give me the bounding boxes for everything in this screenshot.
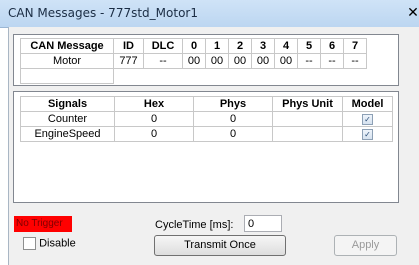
col-header-byte-1: 1 [205,38,229,54]
cell-byte-1[interactable]: 00 [205,53,229,69]
col-header-phys: Phys [193,96,273,112]
cell-model[interactable]: ✓ [342,126,393,142]
disable-checkbox-wrapper[interactable]: Disable [23,237,76,251]
col-header-id: ID [113,38,144,54]
title-bar: CAN Messages - 777std_Motor1 ✕ [0,0,419,28]
table-row[interactable]: EngineSpeed 0 0 ✓ [20,126,393,142]
empty-cell [113,68,367,83]
signals-grid: Signals Hex Phys Phys Unit Model Counter… [13,91,399,203]
cell-hex[interactable]: 0 [114,111,194,127]
cell-dlc[interactable]: -- [143,53,183,69]
close-icon[interactable]: ✕ [405,4,419,22]
col-header-phys-unit: Phys Unit [272,96,343,112]
cell-signal-name[interactable]: EngineSpeed [20,126,115,142]
apply-button[interactable]: Apply [334,235,397,256]
col-header-hex: Hex [114,96,194,112]
cell-byte-7[interactable]: -- [343,53,367,69]
table-row[interactable]: Counter 0 0 ✓ [20,111,393,127]
disable-checkbox[interactable] [23,237,36,250]
cell-byte-4[interactable]: 00 [274,53,298,69]
table-row[interactable]: Motor 777 -- 00 00 00 00 00 -- -- -- [20,53,367,69]
col-header-dlc: DLC [143,38,183,54]
cell-byte-6[interactable]: -- [320,53,344,69]
cell-phys-unit[interactable] [272,111,343,127]
cell-phys-unit[interactable] [272,126,343,142]
signals-table: Signals Hex Phys Phys Unit Model Counter… [20,96,393,142]
empty-cell [20,68,114,84]
cell-id[interactable]: 777 [113,53,144,69]
col-header-byte-7: 7 [343,38,367,54]
cell-byte-5[interactable]: -- [297,53,321,69]
col-header-byte-4: 4 [274,38,298,54]
col-header-signals: Signals [20,96,115,112]
trigger-status-label: No Trigger [14,216,72,232]
cycle-time-input[interactable]: 0 [244,215,282,232]
empty-row [20,68,367,84]
can-message-grid: CAN Message ID DLC 0 1 2 3 4 5 6 7 Motor… [13,34,399,86]
transmit-once-button[interactable]: Transmit Once [154,235,286,256]
cell-model[interactable]: ✓ [342,111,393,127]
cell-phys[interactable]: 0 [193,111,273,127]
col-header-byte-6: 6 [320,38,344,54]
model-checkbox[interactable]: ✓ [362,128,373,140]
cell-byte-3[interactable]: 00 [251,53,275,69]
cycle-time-label: CycleTime [ms]: [155,219,234,231]
signals-header-row: Signals Hex Phys Phys Unit Model [20,96,393,112]
col-header-byte-2: 2 [228,38,252,54]
cell-signal-name[interactable]: Counter [20,111,115,127]
cell-hex[interactable]: 0 [114,126,194,142]
can-message-header-row: CAN Message ID DLC 0 1 2 3 4 5 6 7 [20,38,367,54]
window-title: CAN Messages - 777std_Motor1 [8,6,198,20]
col-header-byte-5: 5 [297,38,321,54]
cell-byte-0[interactable]: 00 [182,53,206,69]
col-header-can-message: CAN Message [20,38,114,54]
col-header-byte-0: 0 [182,38,206,54]
cell-can-message[interactable]: Motor [20,53,114,69]
cell-byte-2[interactable]: 00 [228,53,252,69]
cell-phys[interactable]: 0 [193,126,273,142]
disable-label[interactable]: Disable [39,237,76,249]
can-message-table: CAN Message ID DLC 0 1 2 3 4 5 6 7 Motor… [20,38,367,84]
col-header-model: Model [342,96,393,112]
col-header-byte-3: 3 [251,38,275,54]
model-checkbox[interactable]: ✓ [362,113,373,125]
